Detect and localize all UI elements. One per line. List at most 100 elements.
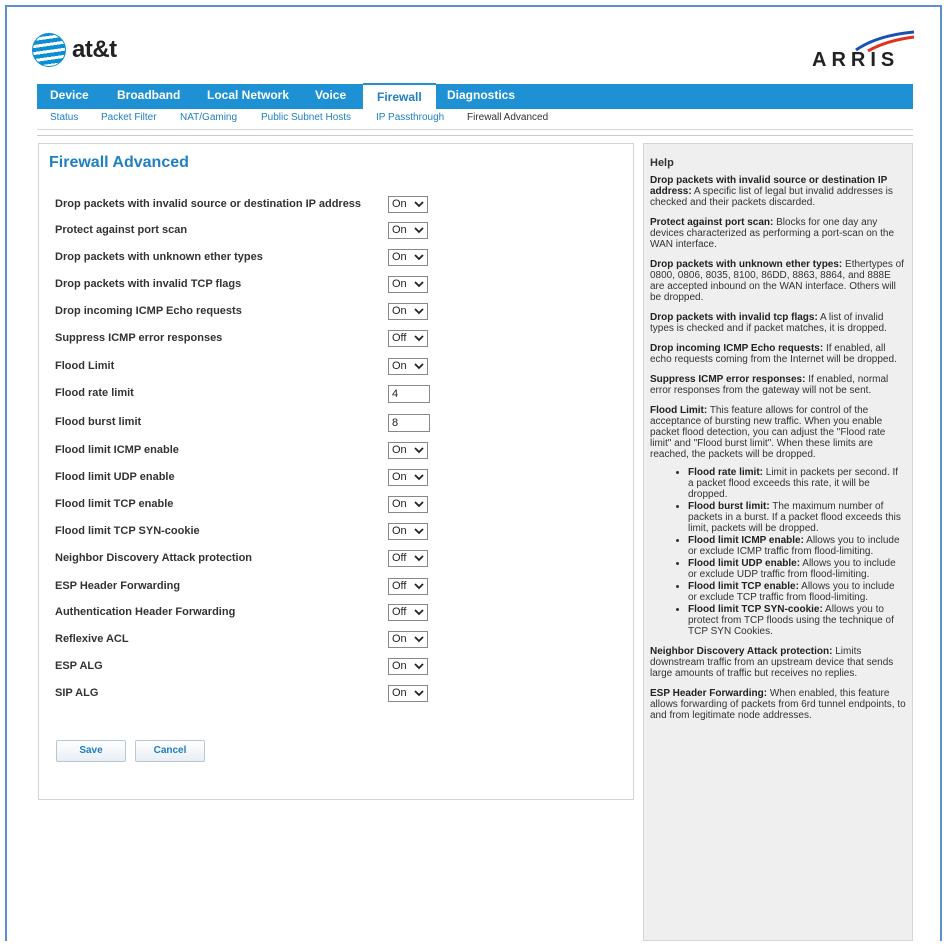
cancel-button[interactable]: Cancel: [135, 740, 205, 762]
help-paragraph: Drop packets with unknown ether types: E…: [650, 259, 906, 303]
setting-select[interactable]: On: [388, 496, 428, 513]
help-term: Flood limit ICMP enable:: [688, 535, 804, 546]
select-value: On: [392, 360, 407, 372]
arris-logo: ARRIS: [812, 30, 916, 72]
setting-select[interactable]: Off: [388, 578, 428, 595]
chevron-down-icon: [414, 501, 424, 508]
setting-select[interactable]: On: [388, 685, 428, 702]
subtab-public-subnet-hosts[interactable]: Public Subnet Hosts: [261, 112, 351, 123]
subtab-nat-gaming[interactable]: NAT/Gaming: [180, 112, 237, 123]
help-paragraph: Drop packets with invalid tcp flags: A l…: [650, 312, 906, 334]
setting-label: Reflexive ACL: [55, 633, 129, 645]
select-value: On: [392, 498, 407, 510]
setting-text-input[interactable]: 8: [388, 414, 430, 432]
select-value: On: [392, 224, 407, 236]
setting-label: Suppress ICMP error responses: [55, 332, 223, 344]
subtab-firewall-advanced[interactable]: Firewall Advanced: [467, 112, 548, 123]
setting-label: ESP Header Forwarding: [55, 580, 181, 592]
setting-label: SIP ALG: [55, 687, 99, 699]
tab-device[interactable]: Device: [50, 84, 89, 109]
top-navigation: Device Broadband Local Network Voice Firewal…: [37, 83, 913, 109]
setting-select[interactable]: On: [388, 249, 428, 266]
setting-select[interactable]: On: [388, 303, 428, 320]
setting-select[interactable]: On: [388, 658, 428, 675]
arris-wordmark: ARRIS: [812, 49, 900, 71]
help-term: Protect against port scan:: [650, 217, 774, 228]
setting-label: Drop packets with invalid source or dest…: [55, 198, 362, 210]
chevron-down-icon: [414, 254, 424, 261]
setting-label: Drop incoming ICMP Echo requests: [55, 305, 242, 317]
setting-select[interactable]: Off: [388, 550, 428, 567]
help-term: ESP Header Forwarding:: [650, 688, 768, 699]
select-value: On: [392, 251, 407, 263]
help-term: Flood burst limit:: [688, 501, 770, 512]
select-value: Off: [392, 332, 407, 344]
setting-select[interactable]: Off: [388, 330, 428, 347]
select-value: On: [392, 198, 407, 210]
tab-local-network[interactable]: Local Network: [207, 84, 289, 109]
setting-label: Drop packets with unknown ether types: [55, 251, 263, 263]
select-value: Off: [392, 606, 407, 618]
setting-label: Protect against port scan: [55, 224, 188, 236]
help-term: Neighbor Discovery Attack protection:: [650, 646, 833, 657]
chevron-down-icon: [414, 583, 424, 590]
tab-broadband[interactable]: Broadband: [117, 84, 180, 109]
subtab-ip-passthrough[interactable]: IP Passthrough: [376, 112, 444, 123]
setting-label: Neighbor Discovery Attack protection: [55, 552, 253, 564]
setting-select[interactable]: On: [388, 523, 428, 540]
help-term: Drop packets with invalid tcp flags:: [650, 312, 818, 323]
att-wordmark: at&t: [72, 36, 117, 63]
help-panel: Help Drop packets with invalid source or…: [643, 143, 913, 941]
select-value: Off: [392, 580, 407, 592]
subtab-packet-filter[interactable]: Packet Filter: [101, 112, 157, 123]
select-value: On: [392, 471, 407, 483]
select-value: On: [392, 633, 407, 645]
chevron-down-icon: [414, 636, 424, 643]
help-bullet-item: Flood limit TCP enable: Allows you to in…: [688, 581, 906, 603]
tab-diagnostics[interactable]: Diagnostics: [447, 84, 515, 109]
setting-text-input[interactable]: 4: [388, 385, 430, 403]
subtab-status[interactable]: Status: [50, 112, 78, 123]
help-bullet-item: Flood rate limit: Limit in packets per s…: [688, 467, 906, 500]
help-paragraph: Drop incoming ICMP Echo requests: If ena…: [650, 343, 906, 365]
setting-select[interactable]: On: [388, 222, 428, 239]
setting-select[interactable]: On: [388, 442, 428, 459]
sub-navigation: Status Packet Filter NAT/Gaming Public Subn…: [37, 109, 913, 130]
select-value: On: [392, 525, 407, 537]
att-globe-icon: [32, 33, 66, 67]
setting-label: ESP ALG: [55, 660, 103, 672]
help-title: Help: [650, 157, 674, 169]
help-term: Flood Limit:: [650, 405, 708, 416]
page-title: Firewall Advanced: [49, 154, 189, 171]
setting-select[interactable]: On: [388, 276, 428, 293]
setting-select[interactable]: On: [388, 631, 428, 648]
chevron-down-icon: [414, 609, 424, 616]
help-paragraph: Flood Limit: This feature allows for con…: [650, 405, 906, 460]
select-value: On: [392, 660, 407, 672]
help-paragraph: Suppress ICMP error responses: If enable…: [650, 374, 906, 396]
setting-label: Flood rate limit: [55, 387, 134, 399]
help-bullet-list: Flood rate limit: Limit in packets per s…: [650, 467, 906, 637]
select-value: On: [392, 278, 407, 290]
setting-select[interactable]: On: [388, 196, 428, 213]
setting-label: Drop packets with invalid TCP flags: [55, 278, 242, 290]
header-divider: [37, 135, 913, 136]
chevron-down-icon: [414, 201, 424, 208]
help-paragraph: ESP Header Forwarding: When enabled, thi…: [650, 688, 906, 721]
setting-select[interactable]: On: [388, 358, 428, 375]
chevron-down-icon: [414, 555, 424, 562]
setting-select[interactable]: Off: [388, 604, 428, 621]
save-button[interactable]: Save: [56, 740, 126, 762]
setting-label: Flood limit UDP enable: [55, 471, 175, 483]
att-logo: at&t: [32, 33, 117, 67]
tab-voice[interactable]: Voice: [315, 84, 346, 109]
setting-select[interactable]: On: [388, 469, 428, 486]
setting-label: Flood limit TCP enable: [55, 498, 174, 510]
chevron-down-icon: [414, 447, 424, 454]
tab-firewall[interactable]: Firewall: [363, 83, 436, 109]
chevron-down-icon: [414, 690, 424, 697]
chevron-down-icon: [414, 474, 424, 481]
help-term: Flood rate limit:: [688, 467, 763, 478]
select-value: On: [392, 687, 407, 699]
setting-label: Authentication Header Forwarding: [55, 606, 236, 618]
